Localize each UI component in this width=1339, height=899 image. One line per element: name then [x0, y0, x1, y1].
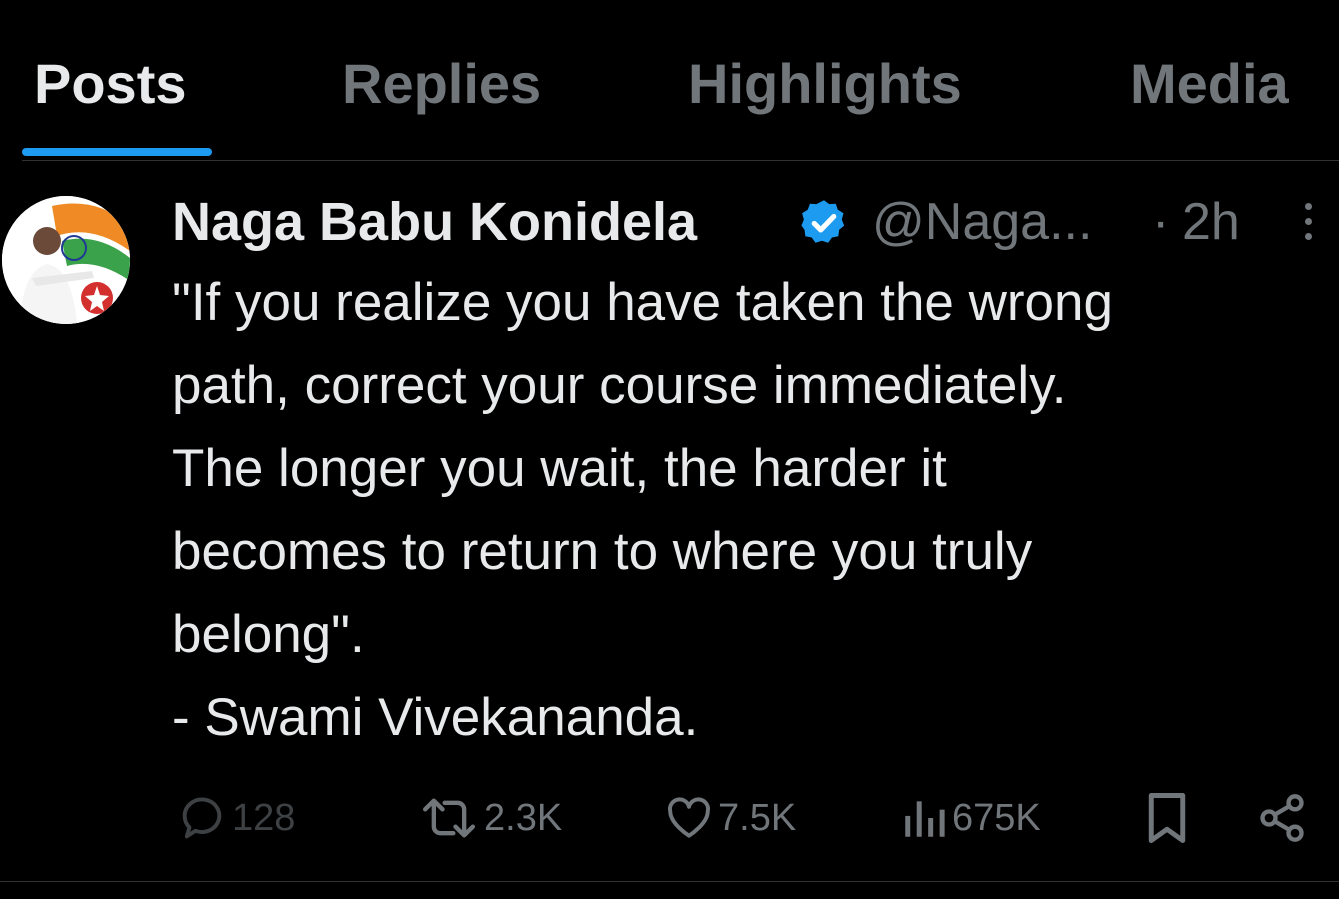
views-button[interactable]: 675K	[900, 786, 1041, 850]
analytics-bars-icon	[905, 801, 945, 837]
like-button[interactable]: 7.5K	[664, 786, 796, 850]
post-text-line: - Swami Vivekananda.	[172, 688, 699, 747]
author-name[interactable]: Naga Babu Konidela	[172, 187, 697, 257]
reply-button[interactable]: 128	[176, 786, 295, 850]
active-tab-indicator	[22, 148, 212, 156]
avatar-image	[2, 196, 130, 324]
post-text-line: The longer you wait, the harder it	[172, 439, 947, 498]
post-divider	[0, 881, 1339, 882]
post[interactable]: Naga Babu Konidela @Naga... · 2h "If you…	[0, 161, 1339, 881]
post-text-line: "If you realize you have taken the wrong	[172, 273, 1113, 332]
bookmark-icon	[1148, 793, 1186, 843]
post-text-line: belong".	[172, 605, 365, 664]
like-count: 7.5K	[718, 796, 797, 839]
repost-button[interactable]: 2.3K	[418, 786, 562, 850]
share-button[interactable]	[1256, 786, 1308, 850]
post-text-line: path, correct your course immediately.	[172, 356, 1067, 415]
tab-media[interactable]: Media	[1130, 50, 1289, 118]
tab-posts[interactable]: Posts	[34, 50, 187, 118]
profile-tabs: Posts Replies Highlights Media	[0, 0, 1339, 161]
post-text: "If you realize you have taken the wrong…	[172, 261, 1332, 759]
repost-count: 2.3K	[484, 796, 563, 839]
repost-icon	[423, 798, 476, 838]
tab-replies[interactable]: Replies	[342, 50, 541, 118]
reply-count: 128	[232, 796, 296, 839]
heart-icon	[668, 797, 710, 838]
meta-separator: ·	[1152, 193, 1170, 251]
bookmark-button[interactable]	[1142, 786, 1192, 850]
post-text-line: becomes to return to where you truly	[172, 522, 1033, 581]
verified-badge-icon	[801, 200, 845, 243]
more-vertical-icon[interactable]	[1300, 203, 1316, 253]
comment-bubble-icon	[182, 797, 222, 839]
post-actions: 128 2.3K 7.5K 675K	[0, 786, 1339, 850]
tab-highlights[interactable]: Highlights	[688, 50, 962, 118]
views-count: 675K	[952, 796, 1041, 839]
post-timestamp[interactable]: 2h	[1182, 187, 1240, 257]
author-handle[interactable]: @Naga...	[872, 187, 1092, 257]
share-nodes-icon	[1260, 794, 1304, 842]
avatar[interactable]	[2, 196, 130, 324]
